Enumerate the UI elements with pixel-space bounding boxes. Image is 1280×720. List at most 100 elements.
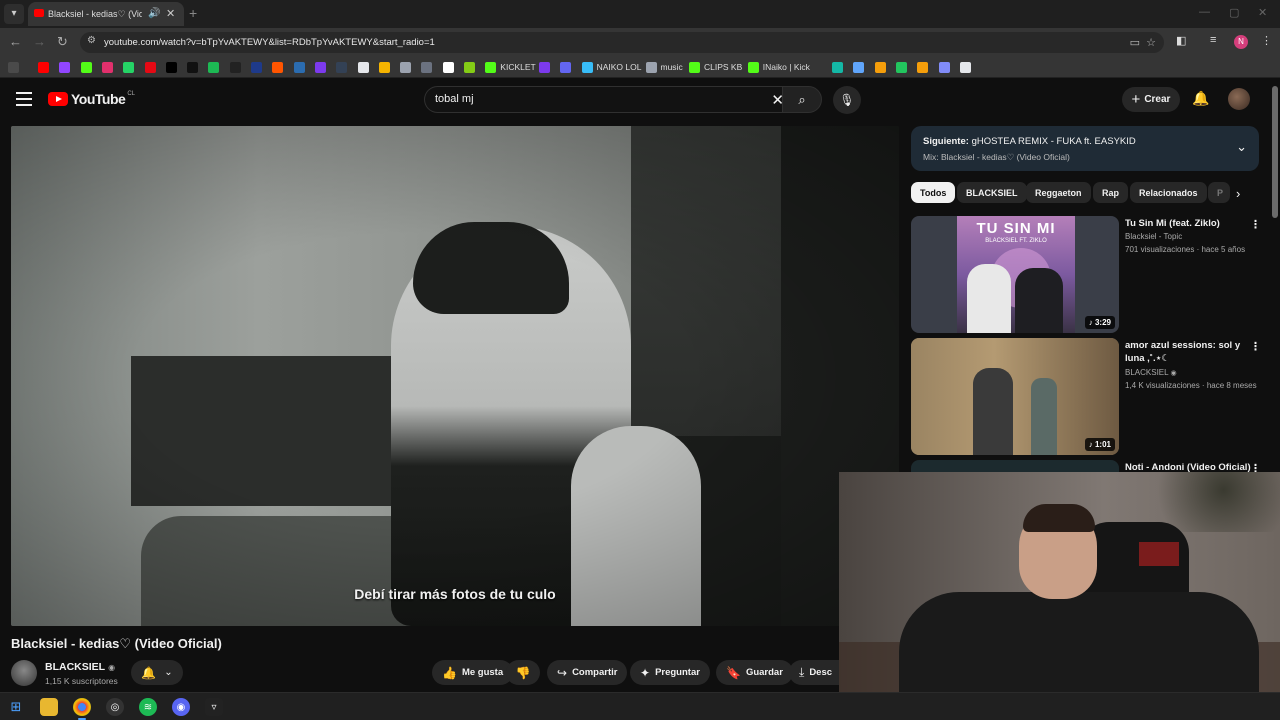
youtube-logo[interactable]: YouTube CL — [48, 91, 135, 107]
bookmark-item[interactable] — [101, 61, 113, 73]
create-button[interactable]: + Crear — [1122, 87, 1180, 112]
bookmark-item[interactable] — [917, 61, 929, 73]
spotify-icon[interactable]: ≋ — [139, 698, 157, 716]
bookmark-item[interactable] — [38, 61, 49, 73]
bookmark-item[interactable] — [853, 61, 865, 73]
bookmark-item[interactable] — [959, 61, 971, 73]
chip-rap[interactable]: Rap — [1093, 182, 1129, 203]
back-arrow-icon[interactable]: ← — [9, 34, 22, 49]
forward-arrow-icon[interactable]: → — [33, 34, 46, 49]
chip-relacionados[interactable]: Relacionados — [1130, 182, 1207, 203]
bookmark-item[interactable]: NAIKO LOL — [581, 61, 641, 73]
related-thumbnail[interactable] — [911, 460, 1119, 472]
bookmark-item[interactable] — [357, 61, 369, 73]
account-avatar[interactable] — [1228, 88, 1250, 110]
bookmark-item[interactable] — [464, 61, 475, 73]
cast-icon[interactable]: ▭ ☆ — [1130, 36, 1156, 49]
maximize-icon[interactable]: ▢ — [1229, 6, 1239, 19]
address-bar[interactable]: ⚙ youtube.com/watch?v=bTpYvAKTEWY&list=R… — [80, 32, 1164, 53]
chip-reggaeton[interactable]: Reggaeton — [1026, 182, 1091, 203]
related-title[interactable]: amor azul sessions: sol y luna ,˚.⋆☾ — [1125, 339, 1245, 365]
search-input[interactable]: tobal mj ✕ — [424, 86, 794, 113]
app-icon[interactable]: ▿ — [205, 698, 223, 716]
bookmark-item[interactable] — [229, 61, 241, 73]
related-channel[interactable]: Blacksiel - Topic — [1125, 232, 1182, 241]
bookmark-item[interactable] — [123, 61, 135, 73]
bookmark-item[interactable] — [59, 61, 71, 73]
minimize-icon[interactable]: — — [1199, 6, 1210, 18]
browser-tab-active[interactable]: Blacksiel - kedias♡ (Video O 🔊 ✕ — [28, 2, 184, 26]
bookmark-item[interactable]: music — [645, 61, 683, 73]
search-input-value[interactable]: tobal mj — [435, 93, 474, 105]
site-info-icon[interactable]: ⚙ — [87, 35, 96, 46]
tab-close-icon[interactable]: ✕ — [166, 7, 175, 20]
windows-start-icon[interactable]: ⊞ — [7, 698, 25, 716]
bookmark-item[interactable] — [874, 61, 886, 73]
bookmark-item[interactable] — [251, 61, 262, 73]
related-thumbnail[interactable]: ♪ 1:01 — [911, 338, 1119, 455]
video-player[interactable]: Debí tirar más fotos de tu culo — [11, 126, 899, 626]
mix-playlist-header[interactable]: Siguiente: gHOSTEA REMIX - FUKA ft. EASY… — [911, 126, 1259, 171]
chrome-icon[interactable] — [73, 698, 91, 720]
bookmark-item[interactable] — [165, 61, 177, 73]
chip-todos[interactable]: Todos — [911, 182, 956, 203]
chevron-right-icon[interactable]: › — [1236, 186, 1240, 201]
bookmark-item[interactable] — [442, 61, 454, 73]
tab-search-button[interactable]: ▾ — [4, 4, 24, 24]
profile-avatar[interactable]: N — [1234, 35, 1248, 49]
more-options-icon[interactable]: ⋮ — [1250, 340, 1261, 353]
discord-icon[interactable]: ◉ — [172, 698, 190, 716]
bookmark-item[interactable] — [560, 61, 572, 73]
extensions-icon[interactable]: ◧ — [1176, 34, 1186, 47]
new-tab-button[interactable]: + — [189, 5, 197, 21]
like-button[interactable]: 👍 Me gusta — [432, 660, 514, 685]
bookmark-item[interactable] — [187, 61, 199, 73]
ask-button[interactable]: ✦ Preguntar — [630, 660, 710, 685]
bookmark-item[interactable] — [314, 61, 326, 73]
related-title[interactable]: Tu Sin Mi (feat. Ziklo) — [1125, 217, 1245, 230]
bookmark-item[interactable] — [938, 61, 950, 73]
browser-menu-icon[interactable]: ⋮ — [1261, 34, 1272, 47]
dislike-button[interactable]: 👎 — [506, 660, 540, 685]
share-button[interactable]: ↪ Compartir — [547, 660, 628, 685]
file-explorer-icon[interactable] — [40, 698, 58, 716]
search-icon[interactable]: ⌕ — [782, 86, 822, 113]
reload-icon[interactable]: ↻ — [57, 34, 68, 50]
subscription-bell-button[interactable]: 🔔 ⌄ — [131, 660, 183, 685]
bookmark-item[interactable] — [896, 61, 907, 73]
page-scrollbar[interactable] — [1272, 86, 1278, 218]
address-bar-url[interactable]: youtube.com/watch?v=bTpYvAKTEWY&list=RDb… — [104, 37, 435, 48]
channel-name[interactable]: BLACKSIEL ◉ — [45, 661, 115, 673]
channel-avatar[interactable] — [11, 660, 37, 686]
voice-search-icon[interactable]: 🎙 — [833, 86, 861, 114]
save-button[interactable]: 🔖 Guardar — [716, 660, 793, 685]
bookmark-item[interactable] — [272, 61, 284, 73]
media-controls-icon[interactable]: ≡ — [1210, 34, 1216, 46]
tab-audio-icon[interactable]: 🔊 — [148, 8, 160, 19]
chip-partial[interactable]: P — [1208, 182, 1230, 203]
bookmark-item[interactable] — [539, 61, 550, 73]
bookmark-item[interactable]: CLIPS KB — [689, 61, 742, 73]
window-close-icon[interactable]: ✕ — [1258, 6, 1267, 19]
menu-icon[interactable] — [16, 92, 32, 106]
bookmark-item[interactable] — [80, 61, 92, 73]
obs-icon[interactable]: ◎ — [106, 698, 124, 716]
bookmark-item[interactable] — [144, 61, 156, 73]
bookmark-item[interactable] — [421, 61, 433, 73]
related-channel[interactable]: BLACKSIEL ◉ — [1125, 368, 1177, 377]
bookmark-item[interactable] — [336, 61, 348, 73]
apps-grid-icon[interactable] — [8, 61, 19, 73]
bookmark-item[interactable]: INaiko | Kick — [747, 61, 810, 73]
bookmark-item[interactable] — [832, 61, 844, 73]
bookmark-item[interactable] — [293, 61, 305, 73]
more-options-icon[interactable]: ⋮ — [1250, 218, 1261, 231]
bookmark-item[interactable] — [400, 61, 412, 73]
chip-blacksiel[interactable]: BLACKSIEL — [957, 182, 1027, 203]
notifications-bell-icon[interactable]: 🔔 — [1192, 90, 1209, 107]
bookmark-item[interactable] — [208, 61, 220, 73]
chevron-down-icon[interactable]: ⌄ — [1236, 139, 1247, 155]
bookmark-item[interactable] — [378, 61, 390, 73]
related-thumbnail[interactable]: TU SIN MI BLACKSIEL FT. ZIKLO ♪ 3:29 — [911, 216, 1119, 333]
download-button[interactable]: ⤓ Desc — [789, 660, 839, 685]
bookmark-item[interactable]: KICKLET — [485, 61, 536, 73]
